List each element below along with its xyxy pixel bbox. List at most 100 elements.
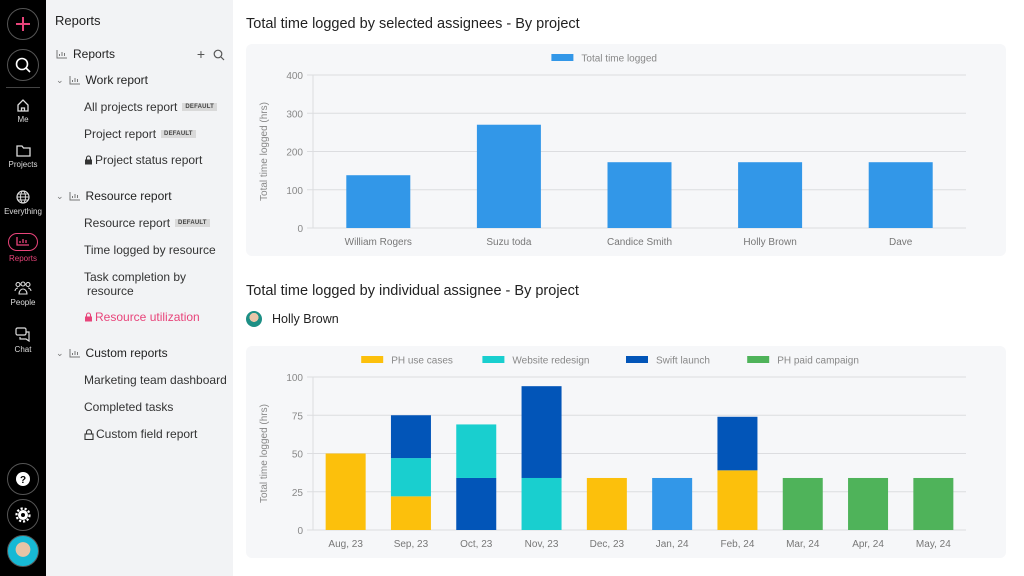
search-button[interactable] bbox=[7, 49, 39, 81]
legend-swatch bbox=[626, 356, 648, 363]
rail-item-projects[interactable]: Projects bbox=[0, 144, 46, 169]
legend-label: Total time logged bbox=[581, 54, 657, 65]
search-icon[interactable] bbox=[213, 49, 225, 61]
item-label: Marketing team dashboard bbox=[84, 373, 227, 387]
legend-label: Website redesign bbox=[512, 356, 589, 367]
y-tick-label: 50 bbox=[292, 450, 304, 461]
y-tick-label: 400 bbox=[286, 71, 303, 82]
chart2-panel: 0 25 50 75 100 Total time logged (hrs) Aug, 23… bbox=[246, 346, 1006, 558]
folder-icon bbox=[15, 145, 31, 157]
bar-ph-use-cases bbox=[717, 470, 758, 530]
plus-icon bbox=[16, 17, 30, 31]
sidebar-item-completed-tasks[interactable]: Completed tasks bbox=[84, 400, 173, 414]
bar-chart-icon bbox=[69, 76, 80, 85]
rail-item-everything[interactable]: Everything bbox=[0, 190, 46, 216]
group-label: Resource report bbox=[85, 189, 172, 203]
lock-open-outline-icon bbox=[84, 428, 94, 440]
bar-ph-use-cases bbox=[390, 496, 431, 530]
legend-label: PH paid campaign bbox=[777, 356, 859, 367]
item-label: All projects report bbox=[84, 100, 178, 114]
chart2-svg: 0 25 50 75 100 Total time logged (hrs) Aug, 23… bbox=[259, 356, 966, 550]
rail-label: Projects bbox=[8, 160, 38, 169]
selected-assignee[interactable]: Holly Brown bbox=[246, 311, 339, 327]
bar-chart-icon bbox=[69, 349, 80, 358]
rail-label: Me bbox=[17, 115, 29, 124]
bar-chart-icon bbox=[56, 50, 67, 59]
legend-swatch bbox=[482, 356, 505, 363]
y-tick-label: 0 bbox=[297, 526, 303, 537]
rail-item-reports[interactable]: Reports bbox=[0, 233, 46, 263]
x-tick-label: Dec, 23 bbox=[590, 539, 625, 550]
sidebar-item-marketing-team-dashboard[interactable]: Marketing team dashboard bbox=[84, 373, 227, 387]
item-label: Project status report bbox=[95, 153, 203, 167]
group-work-report[interactable]: ⌄ Work report bbox=[56, 73, 148, 87]
group-label: Custom reports bbox=[85, 346, 168, 360]
sidebar-item-task-completion-by-resource[interactable]: Task completion by resource bbox=[84, 270, 186, 298]
y-axis-label: Total time logged (hrs) bbox=[259, 404, 270, 503]
bar-swift-launch bbox=[456, 477, 497, 530]
x-tick-label: Aug, 23 bbox=[328, 539, 363, 550]
chevron-down-icon: ⌄ bbox=[56, 190, 64, 201]
globe-icon bbox=[16, 190, 30, 204]
bar-ph-paid-campaign bbox=[913, 477, 954, 530]
left-rail: Me Projects Everything Reports People Ch… bbox=[0, 0, 46, 576]
bar-ph-use-cases bbox=[325, 453, 366, 530]
group-resource-report[interactable]: ⌄ Resource report bbox=[56, 189, 172, 203]
help-icon: ? bbox=[16, 472, 30, 486]
add-button[interactable] bbox=[7, 8, 39, 40]
group-custom-reports[interactable]: ⌄ Custom reports bbox=[56, 346, 168, 360]
rail-label: Chat bbox=[14, 345, 32, 354]
main-content: Total time logged by selected assignees … bbox=[233, 0, 1024, 576]
settings-button[interactable] bbox=[7, 499, 39, 531]
bar-website-redesign bbox=[521, 477, 562, 530]
sidebar-item-project-report[interactable]: Project report DEFAULT bbox=[84, 127, 196, 141]
chart1-title: Total time logged by selected assignees … bbox=[246, 16, 580, 32]
rail-item-chat[interactable]: Chat bbox=[0, 327, 46, 354]
reports-active-pill bbox=[8, 233, 38, 251]
bar-total-time-logged bbox=[738, 162, 803, 228]
bar-total-time-logged bbox=[868, 162, 933, 228]
rail-label: Everything bbox=[4, 207, 42, 216]
x-tick-label: Mar, 24 bbox=[786, 539, 820, 550]
rail-label: Reports bbox=[8, 254, 37, 263]
settings-icon bbox=[15, 507, 31, 523]
bar-ph-use-cases bbox=[586, 477, 627, 530]
add-report-button[interactable]: + bbox=[197, 46, 205, 62]
y-axis-label: Total time logged (hrs) bbox=[259, 102, 270, 201]
sidebar-item-time-logged-by-resource[interactable]: Time logged by resource bbox=[84, 243, 216, 257]
sidebar-item-project-status-report[interactable]: Project status report bbox=[84, 153, 202, 167]
item-label-line2: resource bbox=[87, 284, 134, 298]
sidebar-item-custom-field-report[interactable]: Custom field report bbox=[84, 427, 197, 441]
chevron-down-icon: ⌄ bbox=[56, 74, 64, 85]
reports-sidebar: Reports Reports + ⌄ Work report All proj… bbox=[46, 0, 233, 576]
avatar[interactable] bbox=[7, 535, 39, 567]
item-label: Resource utilization bbox=[95, 310, 200, 324]
default-badge: DEFAULT bbox=[175, 219, 210, 227]
sidebar-item-resource-utilization[interactable]: Resource utilization bbox=[84, 310, 200, 324]
help-button[interactable]: ? bbox=[7, 463, 39, 495]
search-icon bbox=[15, 57, 31, 73]
x-tick-label: Candice Smith bbox=[607, 237, 672, 248]
bar-swift-launch bbox=[521, 386, 562, 478]
y-tick-label: 0 bbox=[297, 224, 303, 235]
chart2-title: Total time logged by individual assignee… bbox=[246, 283, 579, 299]
bar-website-redesign-stacked-above- bbox=[456, 424, 497, 478]
y-tick-label: 300 bbox=[286, 109, 303, 120]
rail-item-me[interactable]: Me bbox=[0, 98, 46, 124]
sidebar-item-all-projects-report[interactable]: All projects report DEFAULT bbox=[84, 100, 217, 114]
item-label: Resource report bbox=[84, 216, 171, 230]
default-badge: DEFAULT bbox=[161, 130, 196, 138]
bar-ph-paid-campaign bbox=[848, 477, 889, 530]
reports-header[interactable]: Reports bbox=[56, 47, 115, 61]
rail-item-people[interactable]: People bbox=[0, 281, 46, 307]
bar-chart-icon bbox=[69, 192, 80, 201]
item-label: Project report bbox=[84, 127, 157, 141]
legend-label: PH use cases bbox=[391, 356, 453, 367]
x-tick-label: Feb, 24 bbox=[720, 539, 754, 550]
item-label: Time logged by resource bbox=[84, 243, 216, 257]
people-icon bbox=[14, 281, 32, 295]
chat-icon bbox=[15, 327, 30, 342]
y-tick-label: 75 bbox=[292, 411, 304, 422]
sidebar-item-resource-report[interactable]: Resource report DEFAULT bbox=[84, 216, 210, 230]
x-tick-label: Dave bbox=[889, 237, 913, 248]
